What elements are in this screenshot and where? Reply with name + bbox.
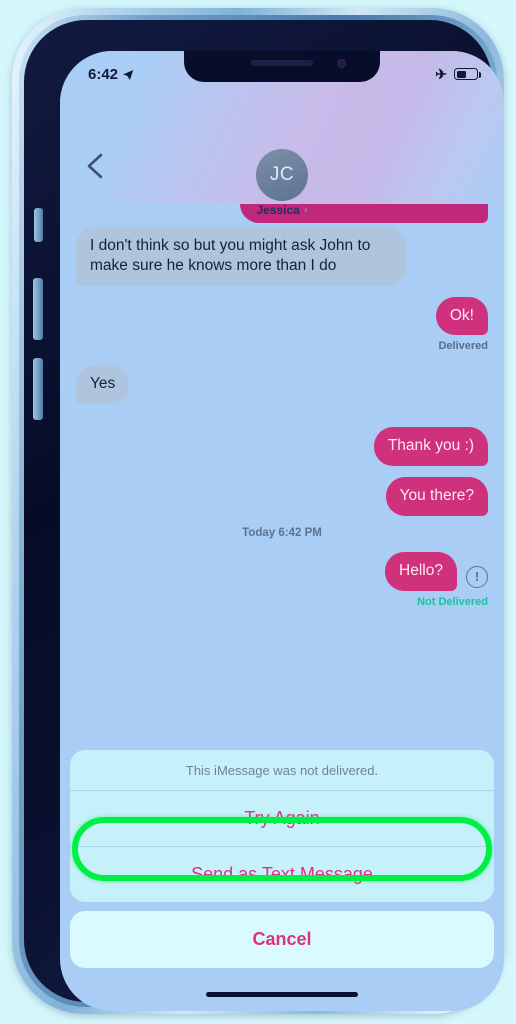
sent-bubble-failed[interactable]: Hello? xyxy=(385,551,457,591)
battery-fill xyxy=(456,70,467,78)
chevron-right-icon: › xyxy=(303,204,308,216)
delivery-status: Delivered xyxy=(438,340,488,353)
send-as-text-message-button[interactable]: Send as Text Message xyxy=(70,847,494,902)
mute-switch[interactable] xyxy=(34,208,43,242)
received-bubble[interactable]: Yes xyxy=(76,365,130,405)
airplane-mode-icon: ✈ xyxy=(435,66,447,82)
try-again-button[interactable]: Try Again xyxy=(70,791,494,847)
message-row: Yes xyxy=(76,365,488,405)
contact-name-button[interactable]: Jessica › xyxy=(256,203,307,217)
battery-icon xyxy=(454,68,481,80)
device-notch xyxy=(184,51,380,82)
back-chevron-icon[interactable] xyxy=(82,151,108,181)
not-delivered-status: Not Delivered xyxy=(417,595,488,608)
front-camera-icon xyxy=(337,59,346,68)
conversation-timestamp: Today 6:42 PM xyxy=(242,526,322,539)
volume-down-button[interactable] xyxy=(33,358,43,420)
action-sheet-group: This iMessage was not delivered. Try Aga… xyxy=(70,750,494,902)
message-row: You there? xyxy=(76,477,488,516)
clock-time: 6:42 xyxy=(88,65,119,83)
sent-bubble[interactable]: Ok! xyxy=(435,296,488,336)
received-bubble[interactable]: I don't think so but you might ask John … xyxy=(76,227,406,286)
phone-bezel: I don't think so but you might ask John … xyxy=(24,20,504,1011)
sent-bubble[interactable]: Thank you :) xyxy=(373,427,488,467)
screenshot-root: I don't think so but you might ask John … xyxy=(0,0,516,1024)
location-arrow-icon xyxy=(122,68,134,80)
avatar-initials: JC xyxy=(269,164,295,185)
contact-name: Jessica xyxy=(256,203,300,217)
earpiece-speaker xyxy=(251,60,313,66)
message-row: Thank you :) xyxy=(76,427,488,467)
phone-screen: I don't think so but you might ask John … xyxy=(60,51,504,1011)
cancel-button[interactable]: Cancel xyxy=(70,911,494,968)
home-indicator[interactable] xyxy=(206,992,358,997)
exclamation-circle-icon[interactable]: ! xyxy=(466,565,488,588)
message-row: I don't think so but you might ask John … xyxy=(76,227,488,286)
volume-up-button[interactable] xyxy=(33,278,43,340)
action-sheet: This iMessage was not delivered. Try Aga… xyxy=(70,750,494,968)
sent-bubble[interactable]: You there? xyxy=(385,477,488,516)
action-sheet-title: This iMessage was not delivered. xyxy=(70,750,494,791)
status-bar-left: 6:42 xyxy=(88,66,134,83)
message-row: Hello? ! xyxy=(76,551,488,591)
avatar[interactable]: JC xyxy=(256,149,308,201)
status-bar-right: ✈ xyxy=(435,66,481,82)
message-row: Ok! xyxy=(76,296,488,336)
